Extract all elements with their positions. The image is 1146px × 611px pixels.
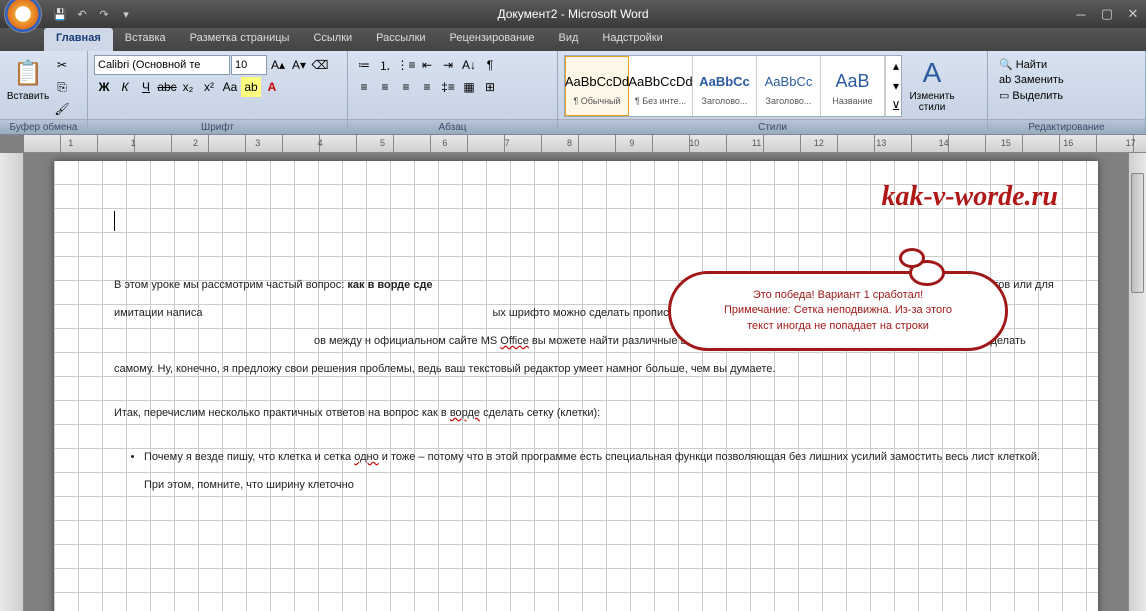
group-label: Стили (558, 119, 987, 134)
line-spacing-icon[interactable]: ‡≡ (438, 77, 458, 97)
gallery-down-icon[interactable]: ▾ (886, 76, 906, 96)
group-styles: AaBbCcDd ¶ Обычный AaBbCcDd ¶ Без инте..… (558, 51, 988, 134)
document-area: 1 1 2 3 4 5 6 7 8 9 10 11 12 13 14 15 16… (0, 135, 1146, 611)
subscript-button[interactable]: x₂ (178, 77, 198, 97)
page-viewport[interactable]: kak-v-worde.ru Это победа! Вариант 1 сра… (24, 153, 1128, 611)
group-font: Calibri (Основной те 10 A▴ A▾ ⌫ Ж К Ч ab… (88, 51, 348, 134)
find-button[interactable]: 🔍Найти (996, 57, 1067, 72)
callout-annotation: Это победа! Вариант 1 сработал! Примечан… (668, 271, 1008, 351)
align-center-icon[interactable]: ≡ (375, 77, 395, 97)
gallery-up-icon[interactable]: ▴ (886, 56, 906, 76)
style-no-spacing[interactable]: AaBbCcDd ¶ Без инте... (629, 56, 693, 116)
paragraph-2[interactable]: Итак, перечислим несколько практичных от… (114, 399, 1058, 427)
group-editing: 🔍Найти abЗаменить ▭Выделить Редактирован… (988, 51, 1146, 134)
tab-view[interactable]: Вид (547, 28, 591, 51)
window-controls: ─ ▢ ✕ (1068, 5, 1146, 23)
styles-gallery[interactable]: AaBbCcDd ¶ Обычный AaBbCcDd ¶ Без инте..… (564, 55, 902, 117)
cut-icon[interactable]: ✂ (52, 55, 72, 75)
find-icon: 🔍 (999, 58, 1013, 71)
indent-dec-icon[interactable]: ⇤ (417, 55, 437, 75)
style-normal[interactable]: AaBbCcDd ¶ Обычный (565, 56, 629, 116)
horizontal-ruler[interactable]: 1 1 2 3 4 5 6 7 8 9 10 11 12 13 14 15 16… (24, 135, 1146, 153)
vertical-ruler[interactable] (0, 153, 24, 611)
change-styles-button[interactable]: A Изменить стили (904, 55, 960, 115)
borders-icon[interactable]: ⊞ (480, 77, 500, 97)
copy-icon[interactable]: ⎘ (52, 77, 72, 97)
shrink-font-icon[interactable]: A▾ (289, 55, 309, 75)
vertical-scrollbar[interactable] (1128, 153, 1146, 611)
replace-icon: ab (999, 74, 1011, 86)
callout-cloud: Это победа! Вариант 1 сработал! Примечан… (668, 271, 1008, 351)
window-title: Документ2 - Microsoft Word (497, 7, 648, 21)
select-button[interactable]: ▭Выделить (996, 88, 1067, 103)
justify-icon[interactable]: ≡ (417, 77, 437, 97)
bullet-list[interactable]: Почему я везде пишу, что клетка и сетка … (144, 443, 1058, 499)
grow-font-icon[interactable]: A▴ (268, 55, 288, 75)
underline-button[interactable]: Ч (136, 77, 156, 97)
format-painter-icon[interactable]: 🖌 (52, 99, 72, 119)
tab-home[interactable]: Главная (44, 28, 113, 51)
save-icon[interactable]: 💾 (50, 4, 70, 24)
paste-label: Вставить (7, 91, 49, 102)
align-left-icon[interactable]: ≡ (354, 77, 374, 97)
select-icon: ▭ (999, 89, 1009, 102)
redo-icon[interactable]: ↷ (94, 4, 114, 24)
tab-review[interactable]: Рецензирование (438, 28, 547, 51)
change-case-button[interactable]: Aa (220, 77, 240, 97)
style-heading1[interactable]: AaBbCc Заголово... (693, 56, 757, 116)
bold-button[interactable]: Ж (94, 77, 114, 97)
group-label: Шрифт (88, 119, 347, 134)
group-paragraph: ≔ ⒈ ⋮≡ ⇤ ⇥ A↓ ¶ ≡ ≡ ≡ ≡ ‡≡ ▦ ⊞ (348, 51, 558, 134)
strike-button[interactable]: abc (157, 77, 177, 97)
sort-icon[interactable]: A↓ (459, 55, 479, 75)
paste-icon: 📋 (12, 57, 44, 89)
group-label: Буфер обмена (0, 119, 87, 134)
list-item[interactable]: Почему я везде пишу, что клетка и сетка … (144, 443, 1058, 499)
font-color-button[interactable]: A (262, 77, 282, 97)
qat-dropdown-icon[interactable]: ▾ (116, 4, 136, 24)
group-clipboard: 📋 Вставить ✂ ⎘ 🖌 Буфер обмена (0, 51, 88, 134)
bullets-icon[interactable]: ≔ (354, 55, 374, 75)
multilevel-icon[interactable]: ⋮≡ (396, 55, 416, 75)
highlight-button[interactable]: ab (241, 77, 261, 97)
watermark-text: kak-v-worde.ru (881, 181, 1058, 213)
gallery-more-icon[interactable]: ⊻ (886, 96, 906, 116)
replace-button[interactable]: abЗаменить (996, 73, 1067, 87)
style-title[interactable]: AaB Название (821, 56, 885, 116)
show-marks-icon[interactable]: ¶ (480, 55, 500, 75)
tab-mailings[interactable]: Рассылки (364, 28, 437, 51)
font-name-combo[interactable]: Calibri (Основной те (94, 55, 230, 75)
quick-access-toolbar: 💾 ↶ ↷ ▾ (50, 4, 136, 24)
align-right-icon[interactable]: ≡ (396, 77, 416, 97)
close-button[interactable]: ✕ (1120, 5, 1146, 23)
minimize-button[interactable]: ─ (1068, 5, 1094, 23)
numbering-icon[interactable]: ⒈ (375, 55, 395, 75)
ribbon: 📋 Вставить ✂ ⎘ 🖌 Буфер обмена Calibri (О… (0, 51, 1146, 135)
tab-addins[interactable]: Надстройки (590, 28, 674, 51)
tab-references[interactable]: Ссылки (301, 28, 364, 51)
tab-page-layout[interactable]: Разметка страницы (178, 28, 302, 51)
font-size-combo[interactable]: 10 (231, 55, 267, 75)
shading-icon[interactable]: ▦ (459, 77, 479, 97)
italic-button[interactable]: К (115, 77, 135, 97)
group-label: Абзац (348, 119, 557, 134)
clear-format-icon[interactable]: ⌫ (310, 55, 330, 75)
title-bar: 💾 ↶ ↷ ▾ Документ2 - Microsoft Word ─ ▢ ✕ (0, 0, 1146, 28)
superscript-button[interactable]: x² (199, 77, 219, 97)
style-heading2[interactable]: AaBbCc Заголово... (757, 56, 821, 116)
document-page[interactable]: kak-v-worde.ru Это победа! Вариант 1 сра… (54, 161, 1098, 611)
maximize-button[interactable]: ▢ (1094, 5, 1120, 23)
indent-inc-icon[interactable]: ⇥ (438, 55, 458, 75)
ribbon-tabs: Главная Вставка Разметка страницы Ссылки… (0, 28, 1146, 51)
paste-button[interactable]: 📋 Вставить (6, 55, 50, 104)
group-label: Редактирование (988, 119, 1145, 134)
change-styles-icon: A (916, 57, 948, 89)
scroll-thumb[interactable] (1131, 173, 1144, 293)
text-cursor (114, 211, 115, 231)
undo-icon[interactable]: ↶ (72, 4, 92, 24)
tab-insert[interactable]: Вставка (113, 28, 178, 51)
